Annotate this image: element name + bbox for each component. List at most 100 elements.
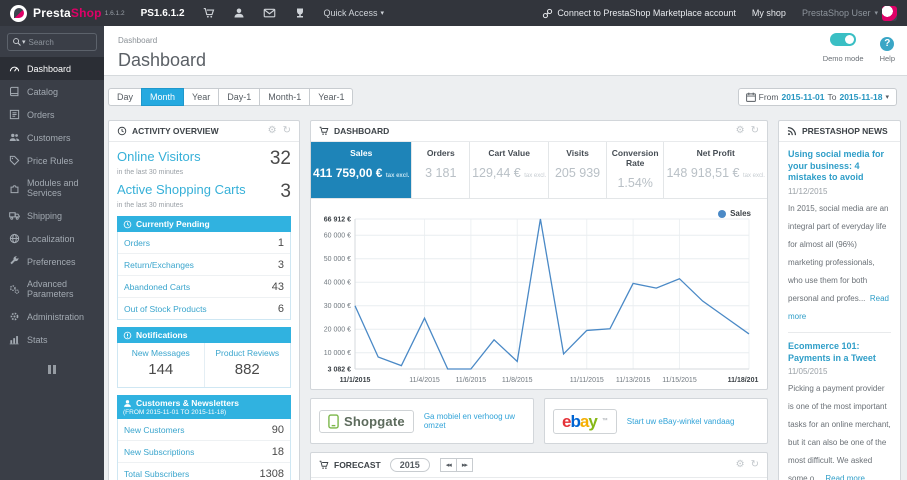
svg-text:11/8/2015: 11/8/2015 <box>502 377 533 384</box>
phone-icon <box>328 413 339 429</box>
svg-text:11/18/201: 11/18/201 <box>728 377 759 384</box>
range-month-button[interactable]: Month <box>141 88 185 106</box>
new-subscriptions-row[interactable]: New Subscriptions 18 <box>118 441 290 463</box>
panel-title: FORECAST <box>334 460 381 470</box>
quick-access-menu[interactable]: Quick Access ▾ <box>324 8 385 18</box>
range-month-1-button[interactable]: Month-1 <box>259 88 311 106</box>
panel-settings-icon[interactable]: ⚙ <box>736 460 745 470</box>
svg-text:40 000 €: 40 000 € <box>324 280 351 287</box>
panel-refresh-icon[interactable]: ↻ <box>751 460 759 470</box>
panel-settings-icon[interactable]: ⚙ <box>268 126 277 136</box>
notifications-header: Notifications <box>117 327 291 343</box>
online-visitors-link[interactable]: Online Visitors <box>117 149 201 164</box>
range-day-1-button[interactable]: Day-1 <box>218 88 261 106</box>
pending-row-returns[interactable]: Return/Exchanges 3 <box>118 254 290 276</box>
sidebar-collapse-button[interactable] <box>0 365 104 374</box>
search-icon <box>13 38 21 46</box>
forecast-year: 2015 <box>389 458 430 472</box>
trophy-icon[interactable] <box>294 7 306 19</box>
sidebar-item-advanced-parameters[interactable]: Advanced Parameters <box>0 273 104 305</box>
news-article-date: 11/12/2015 <box>788 187 828 197</box>
help-icon[interactable]: ? <box>880 36 895 51</box>
sidebar-item-shipping[interactable]: Shipping <box>0 204 104 227</box>
read-more-link[interactable]: Read more <box>825 474 865 480</box>
prestashop-logo-icon[interactable] <box>10 4 27 22</box>
product-reviews-cell[interactable]: Product Reviews 882 <box>203 343 291 387</box>
page-header: Dashboard Dashboard Demo mode ? Help <box>104 26 907 76</box>
new-messages-cell[interactable]: New Messages 144 <box>118 343 204 387</box>
sales-chart-area: 66 912 € 60 000 € 50 000 € 40 000 € 30 000 €… <box>311 199 767 389</box>
sidebar-search[interactable]: ▾ <box>7 33 97 51</box>
new-customers-row[interactable]: New Customers 90 <box>118 419 290 441</box>
user-avatar <box>882 5 897 21</box>
topbar: PrestaShop 1.6.1.2 PS1.6.1.2 Quick Acces… <box>0 0 907 26</box>
kpi-net-profit[interactable]: Net Profit 148 918,51 € tax excl. <box>663 142 767 198</box>
chevron-down-icon: ▾ <box>380 10 385 17</box>
sidebar-item-customers[interactable]: Customers <box>0 126 104 149</box>
news-article-title[interactable]: Ecommerce 101: Payments in a Tweet <box>788 341 891 364</box>
clock-icon <box>117 126 127 136</box>
cart-notifications-icon[interactable] <box>203 7 215 19</box>
sidebar-item-preferences[interactable]: Preferences <box>0 250 104 273</box>
search-input[interactable] <box>28 37 83 47</box>
ebay-module-ad[interactable]: ebay ™ Start uw eBay-winkel vandaag <box>544 398 768 444</box>
sidebar-item-modules[interactable]: Modules and Services <box>0 172 104 204</box>
customer-notifications-icon[interactable] <box>233 7 245 19</box>
panel-settings-icon[interactable]: ⚙ <box>736 126 745 136</box>
sidebar-item-localization[interactable]: Localization <box>0 227 104 250</box>
ebay-logo: ebay ™ <box>553 408 617 434</box>
sidebar-item-orders[interactable]: Orders <box>0 103 104 126</box>
panel-refresh-icon[interactable]: ↻ <box>751 126 759 136</box>
active-carts-link[interactable]: Active Shopping Carts <box>117 182 246 197</box>
total-subscribers-row[interactable]: Total Subscribers 1308 <box>118 463 290 480</box>
panel-refresh-icon[interactable]: ↻ <box>283 126 291 136</box>
demo-mode-control: Demo mode <box>823 33 864 63</box>
user-icon <box>124 399 131 407</box>
shop-version: PS1.6.1.2 <box>140 7 185 19</box>
sidebar-item-administration[interactable]: Administration <box>0 305 104 328</box>
pending-row-out-of-stock[interactable]: Out of Stock Products 6 <box>118 298 290 319</box>
kpi-conversion-rate[interactable]: Conversion Rate 1.54% <box>605 142 664 198</box>
sidebar-item-price-rules[interactable]: Price Rules <box>0 149 104 172</box>
active-carts-value: 3 <box>280 181 291 202</box>
kpi-sales[interactable]: Sales 411 759,00 € tax excl. <box>311 142 412 198</box>
help-control: ? Help <box>880 33 895 63</box>
range-day-button[interactable]: Day <box>108 88 143 106</box>
panel-title: DASHBOARD <box>334 126 390 136</box>
my-shop-link[interactable]: My shop <box>752 8 786 18</box>
sidebar-item-dashboard[interactable]: Dashboard <box>0 57 104 80</box>
date-range-buttons: Day Month Year Day-1 Month-1 Year-1 <box>108 88 354 106</box>
breadcrumb[interactable]: Dashboard <box>118 36 157 45</box>
messages-icon[interactable] <box>263 7 276 19</box>
book-icon <box>9 86 19 97</box>
date-range-picker[interactable]: From 2015-11-01 To 2015-11-18 ▾ <box>737 88 897 106</box>
sidebar-item-stats[interactable]: Stats <box>0 328 104 351</box>
demo-mode-toggle[interactable] <box>830 33 857 46</box>
shopgate-module-ad[interactable]: Shopgate Ga mobiel en verhoog uw omzet <box>310 398 534 444</box>
kpi-visits[interactable]: Visits 205 939 <box>548 142 606 198</box>
svg-text:66 912 €: 66 912 € <box>324 217 351 224</box>
range-year-button[interactable]: Year <box>183 88 220 106</box>
range-year-1-button[interactable]: Year-1 <box>309 88 354 106</box>
svg-text:20 000 €: 20 000 € <box>324 327 351 334</box>
svg-text:60 000 €: 60 000 € <box>324 233 351 240</box>
news-article-excerpt: Picking a payment provider is one of the… <box>788 384 891 480</box>
chevron-down-icon: ▾ <box>885 94 889 101</box>
svg-text:11/15/2015: 11/15/2015 <box>662 377 697 384</box>
kpi-orders[interactable]: Orders 3 181 <box>411 142 469 198</box>
chart-legend-dot <box>718 209 727 218</box>
kpi-cart-value[interactable]: Cart Value 129,44 € tax excl. <box>469 142 548 198</box>
sidebar-item-catalog[interactable]: Catalog <box>0 80 104 103</box>
svg-text:11/6/2015: 11/6/2015 <box>456 377 487 384</box>
brand-version: 1.6.1.2 <box>104 9 125 17</box>
pending-row-orders[interactable]: Orders 1 <box>118 232 290 254</box>
kpi-tabs: Sales 411 759,00 € tax excl. Orders 3 18… <box>311 142 767 199</box>
marketplace-connect-link[interactable]: Connect to PrestaShop Marketplace accoun… <box>542 8 736 19</box>
user-menu[interactable]: PrestaShop User ▾ <box>802 5 897 21</box>
forecast-prev-button[interactable]: ◂◂ <box>439 458 457 472</box>
pending-row-abandoned-carts[interactable]: Abandoned Carts 43 <box>118 276 290 298</box>
news-article-title[interactable]: Using social media for your business: 4 … <box>788 149 891 184</box>
forecast-next-button[interactable]: ▸▸ <box>455 458 473 472</box>
currently-pending-header: Currently Pending <box>117 216 291 232</box>
svg-text:11/4/2015: 11/4/2015 <box>409 377 440 384</box>
